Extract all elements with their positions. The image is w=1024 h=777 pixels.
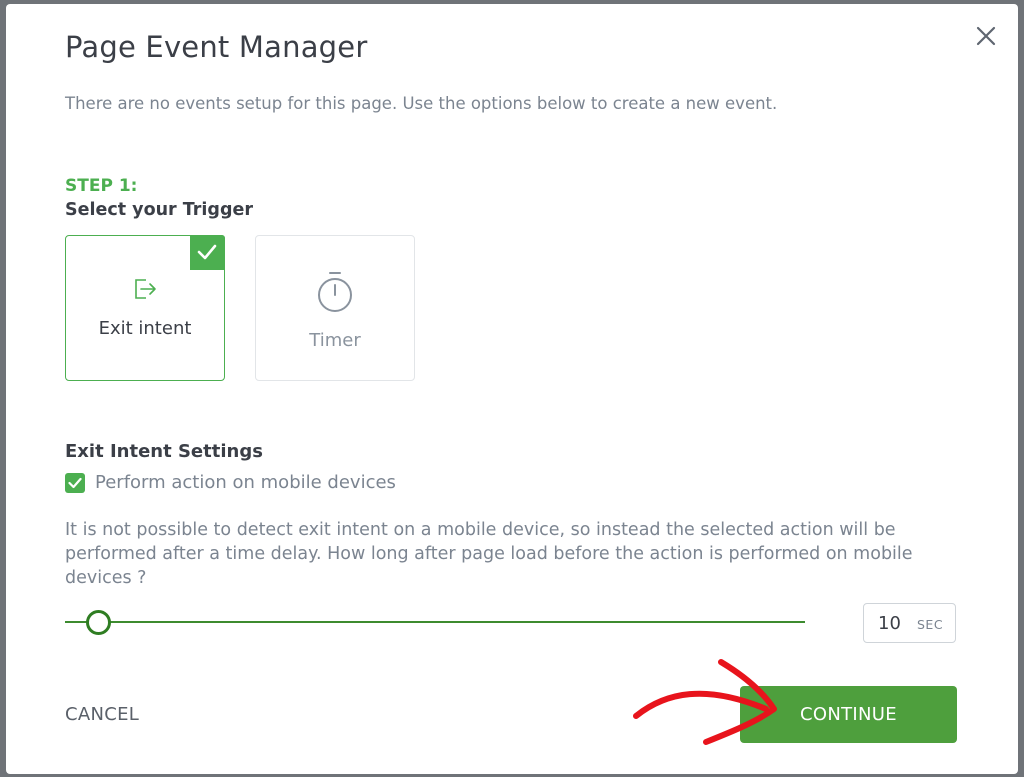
dialog-subtitle: There are no events setup for this page.… [65, 94, 778, 113]
trigger-exit-intent[interactable]: Exit intent [65, 235, 225, 381]
continue-button[interactable]: CONTINUE [740, 686, 957, 743]
trigger-label: Timer [309, 330, 361, 351]
delay-value[interactable]: 10 [878, 613, 901, 634]
cancel-button[interactable]: CANCEL [65, 704, 139, 725]
delay-slider-thumb[interactable] [86, 610, 111, 635]
close-button[interactable] [974, 24, 998, 48]
exit-icon [135, 279, 156, 299]
delay-slider-track[interactable] [65, 621, 805, 623]
mobile-devices-label[interactable]: Perform action on mobile devices [95, 472, 396, 493]
check-icon [197, 244, 217, 260]
delay-seconds-input[interactable]: 10 SEC [863, 603, 956, 643]
step-title: Select your Trigger [65, 200, 253, 220]
delay-unit: SEC [917, 617, 944, 632]
dialog-title: Page Event Manager [65, 30, 368, 64]
stopwatch-icon [318, 272, 352, 312]
trigger-label: Exit intent [98, 318, 192, 339]
mobile-help-text: It is not possible to detect exit intent… [65, 520, 913, 588]
checkmark-icon [68, 477, 82, 489]
settings-title: Exit Intent Settings [65, 441, 263, 462]
mobile-devices-checkbox[interactable] [65, 473, 85, 493]
page-event-manager-dialog: Page Event Manager There are no events s… [6, 4, 1018, 774]
close-icon [976, 26, 996, 46]
trigger-timer[interactable]: Timer [255, 235, 415, 381]
step-label: STEP 1: [65, 176, 138, 196]
selected-badge [190, 235, 225, 270]
